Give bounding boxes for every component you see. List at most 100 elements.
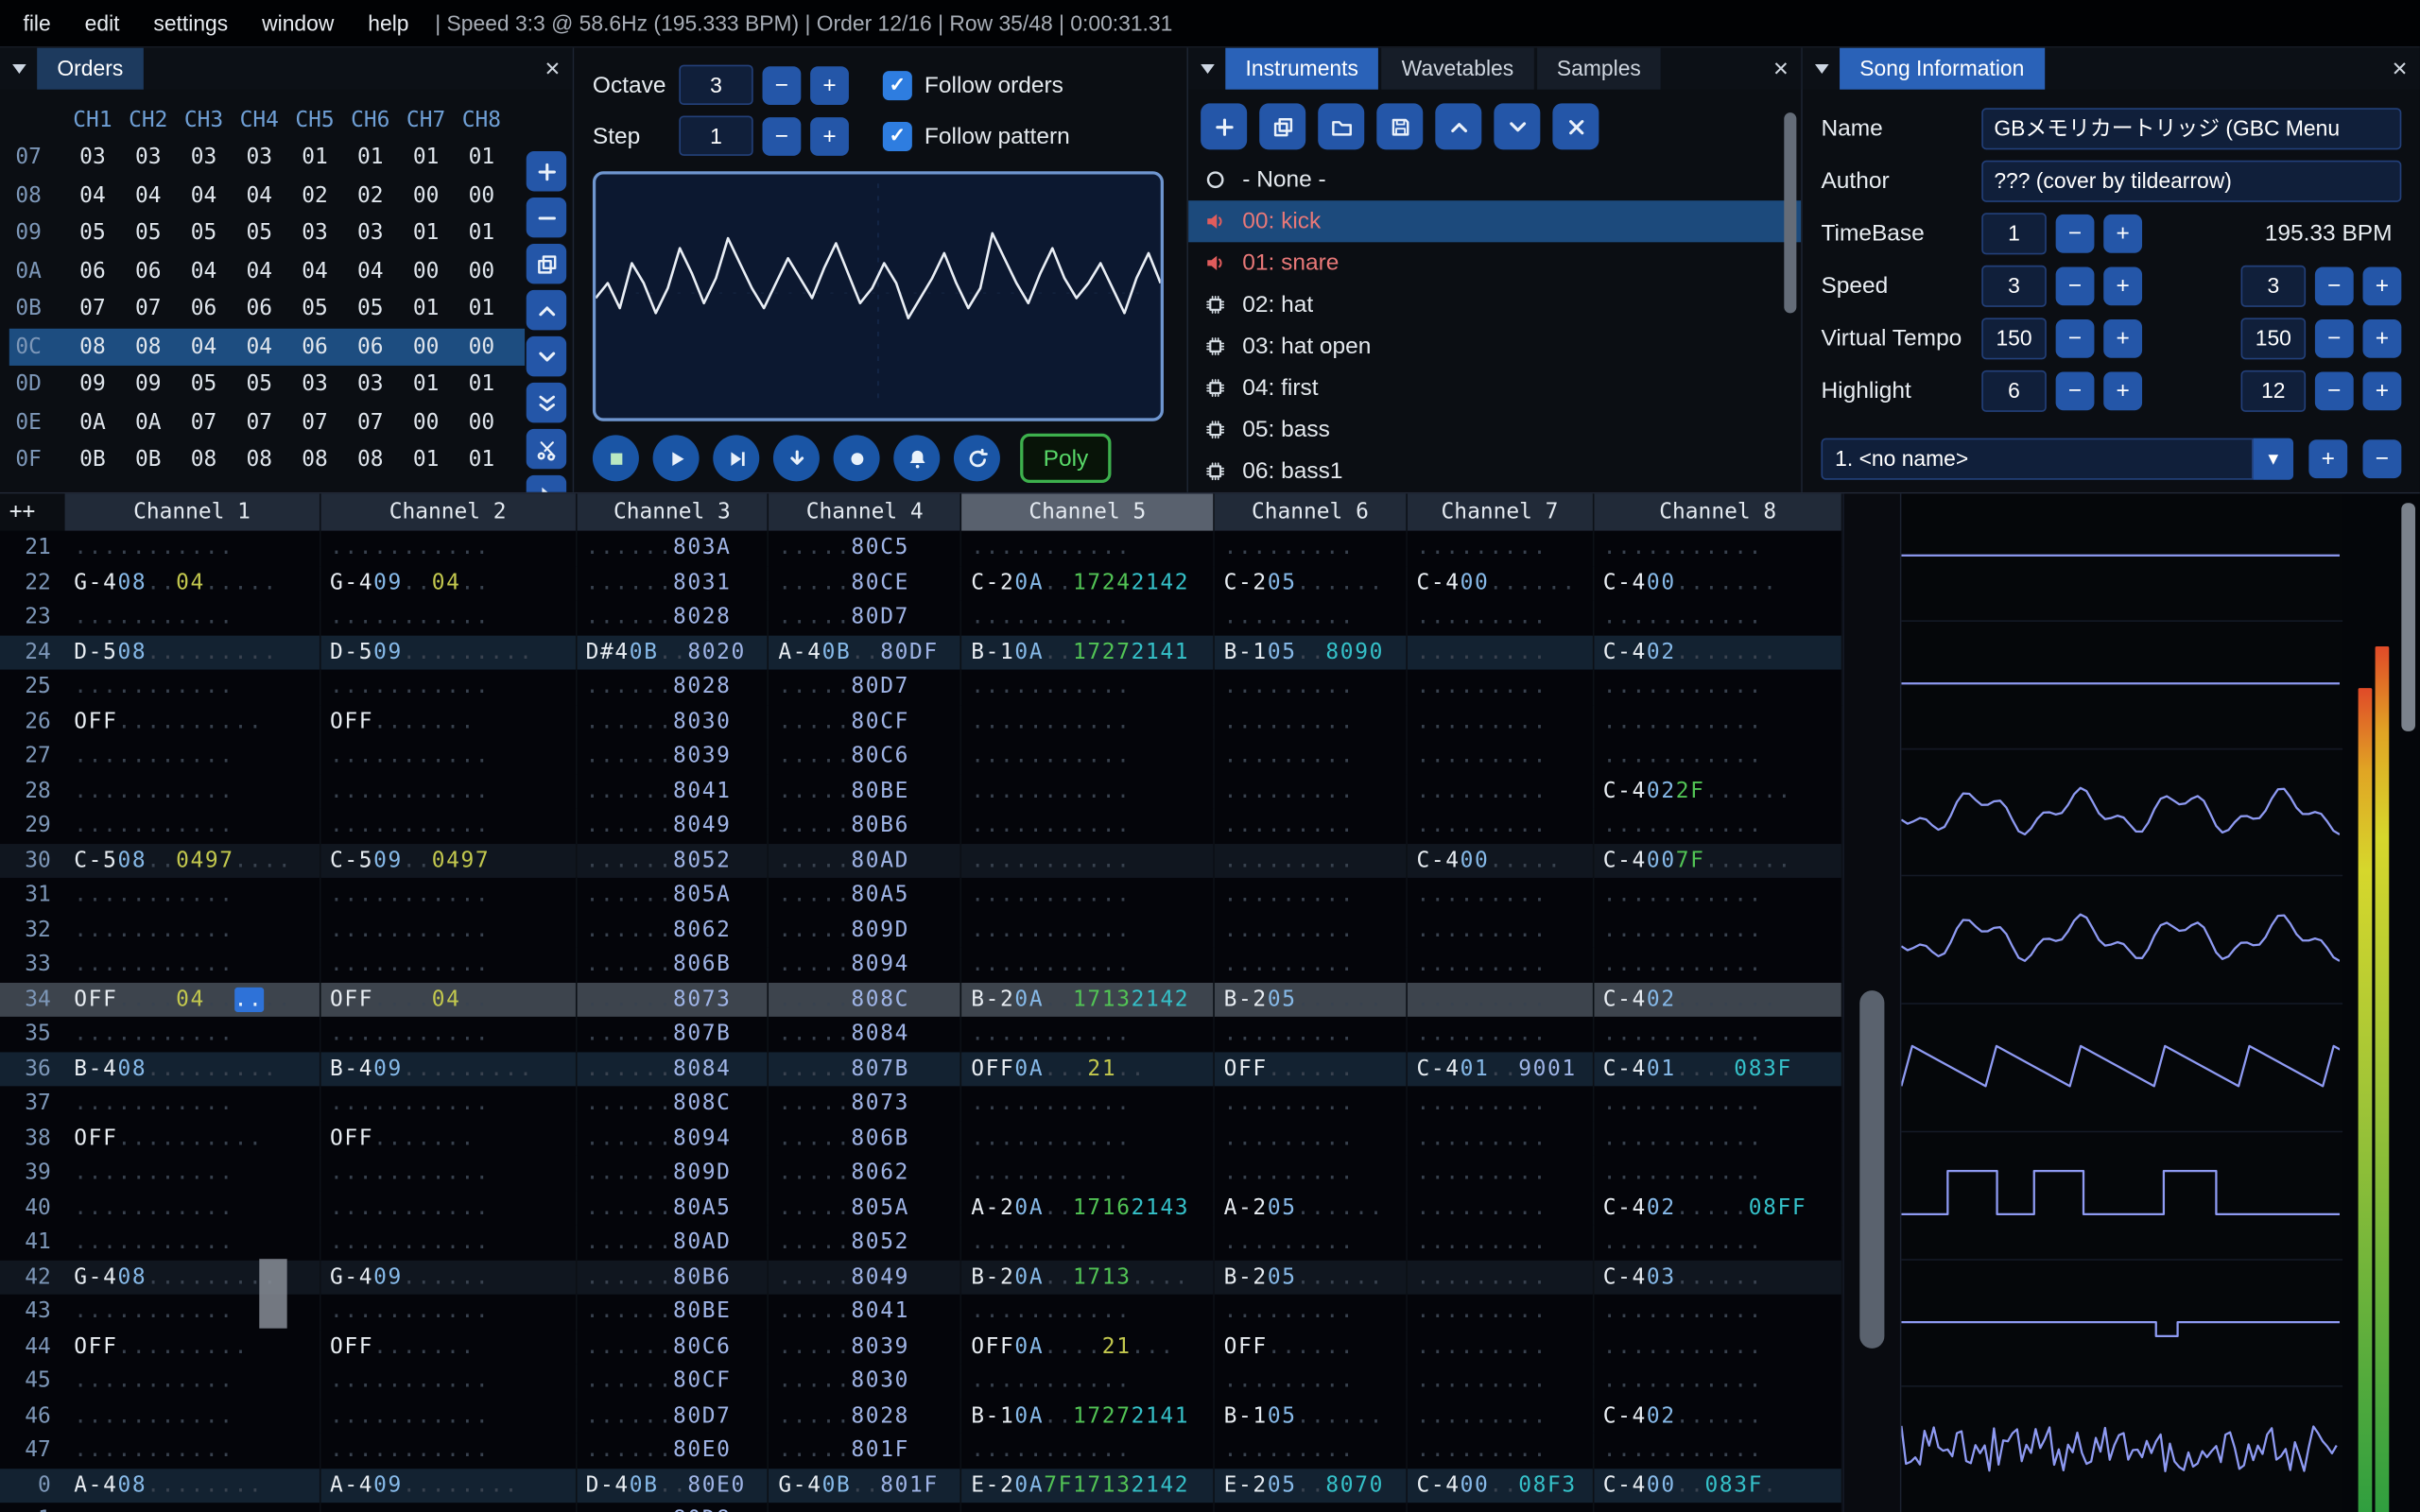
- pattern-cell[interactable]: .........: [1215, 600, 1408, 635]
- pattern-cell[interactable]: A-205......: [1215, 1191, 1408, 1226]
- pattern-cell[interactable]: .........: [1408, 635, 1594, 670]
- pattern-cell[interactable]: ...........: [320, 1086, 577, 1121]
- tab-song-information[interactable]: Song Information: [1840, 48, 2045, 90]
- pattern-cell[interactable]: .........: [1215, 1503, 1408, 1512]
- pattern-cell[interactable]: D-509.........: [320, 635, 577, 670]
- pattern-cell[interactable]: G-409..04..: [320, 565, 577, 600]
- pattern-cell[interactable]: A-20A..17162143: [961, 1191, 1214, 1226]
- pattern-cell[interactable]: B-105..8090: [1215, 635, 1408, 670]
- pattern-cell[interactable]: E-205..8070: [1215, 1468, 1408, 1503]
- pattern-cell[interactable]: ...........: [320, 739, 577, 774]
- pattern-cell[interactable]: ...........: [1594, 808, 1843, 843]
- order-cell[interactable]: 01: [342, 139, 398, 177]
- order-cell[interactable]: 04: [65, 177, 121, 215]
- pattern-cell[interactable]: ......8031: [577, 565, 769, 600]
- pattern-cell[interactable]: .........: [1408, 1225, 1594, 1260]
- pattern-cell[interactable]: ...........: [1594, 1121, 1843, 1156]
- order-cell[interactable]: 03: [176, 139, 232, 177]
- pattern-cell[interactable]: .....805A: [769, 1191, 962, 1226]
- order-row[interactable]: 0B0707060605050101: [9, 290, 525, 328]
- pattern-cell[interactable]: ...........: [1594, 1086, 1843, 1121]
- pattern-cell[interactable]: C-403......: [1594, 1260, 1843, 1295]
- order-cell[interactable]: 01: [454, 215, 510, 252]
- pattern-cell[interactable]: G-408..04.....: [64, 565, 320, 600]
- pattern-cell[interactable]: ...........: [1594, 670, 1843, 705]
- order-cell[interactable]: 07: [65, 290, 121, 328]
- pattern-cell[interactable]: .........: [1215, 947, 1408, 982]
- pattern-cell[interactable]: ...........: [1594, 1503, 1843, 1512]
- pattern-cell[interactable]: OFF.........: [64, 1329, 320, 1364]
- order-cell[interactable]: 03: [287, 215, 343, 252]
- order-cell[interactable]: 04: [232, 177, 287, 215]
- pattern-cell[interactable]: ...........: [961, 1156, 1214, 1191]
- pattern-cell[interactable]: .....8028: [769, 1399, 962, 1434]
- pattern-cell[interactable]: ......80CF: [577, 1364, 769, 1399]
- order-cell[interactable]: 01: [398, 441, 454, 479]
- order-cell[interactable]: 06: [65, 252, 121, 290]
- vtempo1-plus-button[interactable]: +: [2103, 318, 2142, 357]
- pattern-cell[interactable]: .....8084: [769, 1017, 962, 1052]
- highlight1-input[interactable]: 6: [1981, 369, 2047, 411]
- order-cell[interactable]: 01: [454, 366, 510, 404]
- pattern-cell[interactable]: ...........: [320, 1191, 577, 1226]
- tab-instruments[interactable]: Instruments: [1225, 48, 1378, 90]
- play-pattern-button[interactable]: [713, 435, 759, 481]
- pattern-cell[interactable]: C-20A..17242142: [961, 565, 1214, 600]
- instrument-item[interactable]: 06: bass1: [1188, 451, 1801, 492]
- pattern-cell[interactable]: ...........: [961, 808, 1214, 843]
- pattern-cell[interactable]: C-401....083F: [1594, 1052, 1843, 1087]
- menu-settings[interactable]: settings: [136, 10, 245, 35]
- octave-minus-button[interactable]: −: [763, 65, 802, 104]
- pattern-cell[interactable]: ...........: [64, 1434, 320, 1469]
- pattern-cell[interactable]: .........: [1215, 1156, 1408, 1191]
- author-field[interactable]: ??? (cover by tildearrow): [1981, 160, 2401, 201]
- pattern-cell[interactable]: ...........: [961, 531, 1214, 566]
- pattern-cell[interactable]: C-402.......: [1594, 982, 1843, 1017]
- pattern-cell[interactable]: C-400.......: [1594, 565, 1843, 600]
- pattern-cell[interactable]: ......80C6: [577, 1329, 769, 1364]
- pattern-cell[interactable]: .....80B6: [769, 808, 962, 843]
- duplicate-order-end-button[interactable]: [527, 383, 566, 422]
- pattern-cell[interactable]: ...........: [961, 913, 1214, 948]
- pattern-cell[interactable]: ...........: [64, 1399, 320, 1434]
- close-icon[interactable]: ✕: [532, 57, 572, 81]
- pattern-cell[interactable]: .....80AD: [769, 843, 962, 878]
- pattern-cell[interactable]: .........: [1408, 808, 1594, 843]
- pattern-cell[interactable]: .........: [1408, 600, 1594, 635]
- pattern-cell[interactable]: .....809D: [769, 913, 962, 948]
- pattern-cell[interactable]: B-409.........: [320, 1052, 577, 1087]
- pattern-cell[interactable]: ...........: [64, 1225, 320, 1260]
- follow-pattern-checkbox[interactable]: ✓: [883, 121, 912, 150]
- delete-instrument-button[interactable]: [1552, 103, 1599, 149]
- pattern-cell[interactable]: ...........: [1594, 531, 1843, 566]
- pattern-cell[interactable]: ...........: [1594, 1225, 1843, 1260]
- order-cell[interactable]: 04: [176, 328, 232, 366]
- pattern-cell[interactable]: D-40B..80E0: [577, 1468, 769, 1503]
- order-cell[interactable]: 00: [454, 252, 510, 290]
- remove-subsong-button[interactable]: −: [2363, 439, 2402, 478]
- highlight2-input[interactable]: 12: [2241, 369, 2307, 411]
- highlight1-plus-button[interactable]: +: [2103, 371, 2142, 410]
- pattern-cell[interactable]: OFF0A....21...: [961, 1329, 1214, 1364]
- pattern-cell[interactable]: .........: [1408, 913, 1594, 948]
- pattern-cell[interactable]: ...........: [961, 600, 1214, 635]
- pattern-cell[interactable]: ...........: [1594, 1017, 1843, 1052]
- order-cell[interactable]: 05: [232, 366, 287, 404]
- pattern-cell[interactable]: .....8073: [769, 1086, 962, 1121]
- order-cell[interactable]: 03: [120, 139, 176, 177]
- order-cell[interactable]: 08: [342, 441, 398, 479]
- pattern-cell[interactable]: ...........: [64, 878, 320, 913]
- order-cell[interactable]: 04: [232, 328, 287, 366]
- order-row[interactable]: 0A0606040404040000: [9, 252, 525, 290]
- pattern-cell[interactable]: ......80D7: [577, 1399, 769, 1434]
- highlight2-minus-button[interactable]: −: [2315, 371, 2354, 410]
- order-cell[interactable]: 0A: [65, 404, 121, 441]
- order-cell[interactable]: 00: [398, 252, 454, 290]
- pattern-scrollbar-thumb[interactable]: [1860, 990, 1885, 1349]
- order-cell[interactable]: 01: [398, 290, 454, 328]
- order-cell[interactable]: 01: [398, 366, 454, 404]
- pattern-cell[interactable]: A-40B..80DF: [769, 635, 962, 670]
- pattern-cell[interactable]: ......8028: [577, 670, 769, 705]
- order-cell[interactable]: 07: [232, 404, 287, 441]
- pattern-cell[interactable]: ...........: [961, 1503, 1214, 1512]
